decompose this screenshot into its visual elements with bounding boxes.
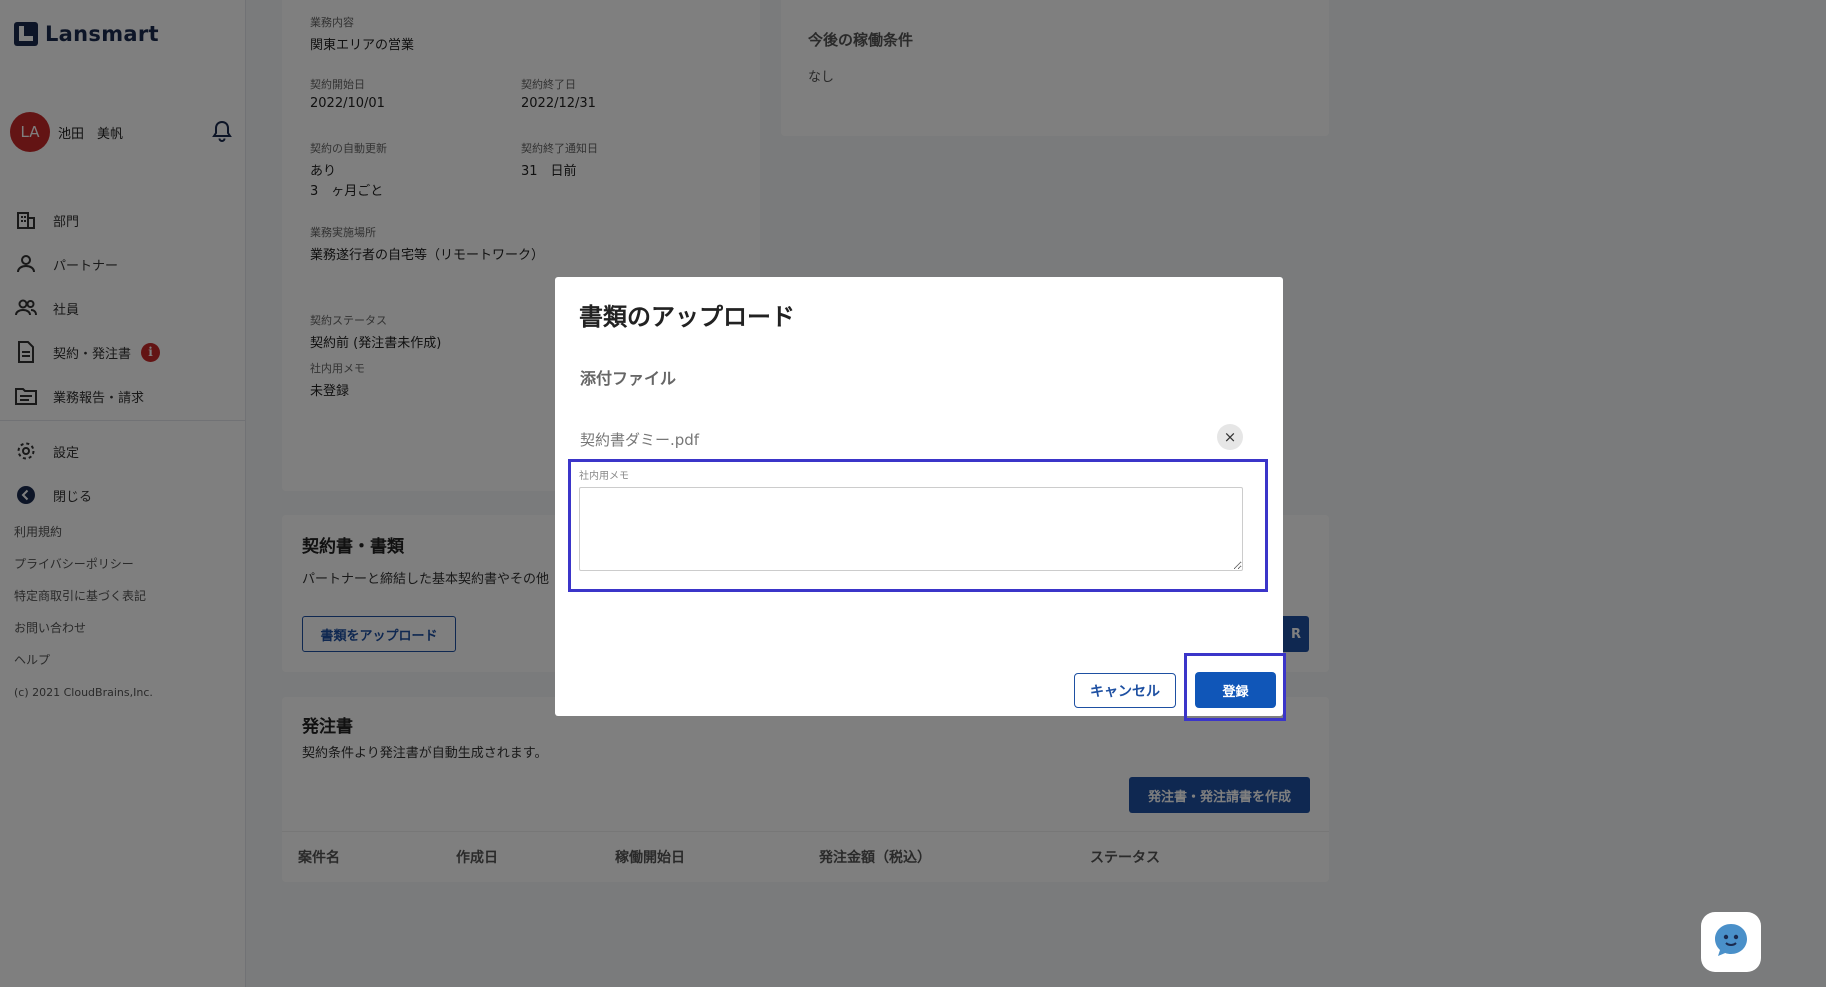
memo-field-label: 社内用メモ: [579, 471, 629, 482]
memo-textarea[interactable]: [579, 487, 1243, 571]
chat-bot-icon: [1711, 920, 1751, 964]
upload-document-modal: 書類のアップロード 添付ファイル 契約書ダミー.pdf × 社内用メモ キャンセ…: [555, 277, 1286, 721]
modal-title: 書類のアップロード: [579, 303, 795, 331]
close-icon: ×: [1223, 428, 1237, 446]
remove-file-button[interactable]: ×: [1217, 424, 1243, 450]
attached-file-name: 契約書ダミー.pdf: [580, 431, 700, 449]
attachment-section-label: 添付ファイル: [580, 369, 677, 388]
register-button[interactable]: 登録: [1195, 672, 1276, 708]
chat-support-button[interactable]: [1701, 912, 1761, 972]
cancel-button[interactable]: キャンセル: [1074, 673, 1176, 708]
